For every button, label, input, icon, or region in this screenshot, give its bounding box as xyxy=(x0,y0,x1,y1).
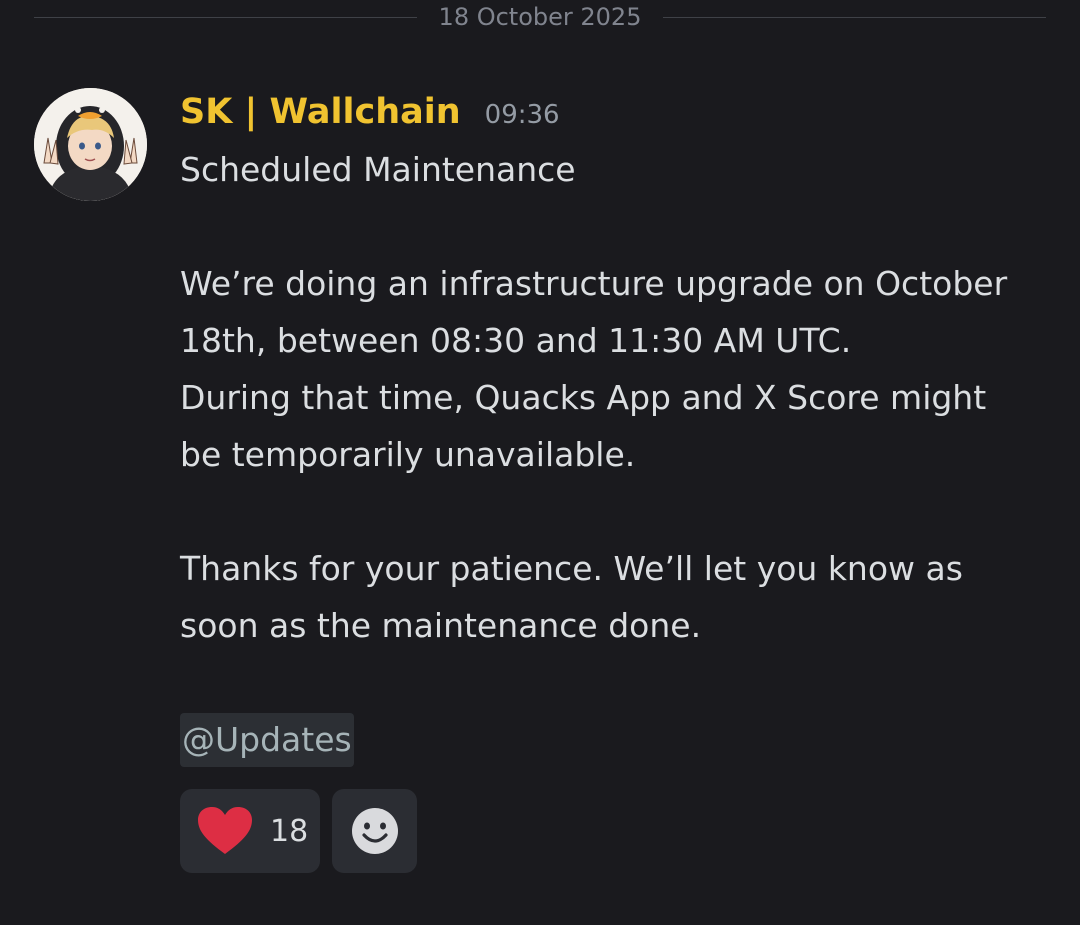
role-mention[interactable]: @Updates xyxy=(180,713,354,767)
message-line: We’re doing an infrastructure upgrade on… xyxy=(180,264,1008,303)
author-name[interactable]: SK | Wallchain xyxy=(180,92,461,132)
message-blank-line xyxy=(180,483,1060,540)
message-line: Thanks for your patience. We’ll let you … xyxy=(180,549,963,588)
add-reaction-button[interactable] xyxy=(332,789,417,873)
message-blank-line xyxy=(180,198,1060,255)
message-header: SK | Wallchain 09:36 xyxy=(180,92,560,132)
message-line: be temporarily unavailable. xyxy=(180,435,636,474)
chat-view: 18 October 2025 SK | Wallchain 09:36 Sch… xyxy=(0,0,1080,925)
message-line: 18th, between 08:30 and 11:30 AM UTC. xyxy=(180,321,852,360)
message-line: soon as the maintenance done. xyxy=(180,606,702,645)
divider-line-right xyxy=(663,16,1047,18)
message-blank-line xyxy=(180,654,1060,711)
message-line: During that time, Quacks App and X Score… xyxy=(180,378,987,417)
message-line: Scheduled Maintenance xyxy=(180,150,576,189)
reaction-heart[interactable]: 18 xyxy=(180,789,320,873)
avatar[interactable] xyxy=(34,88,147,201)
divider-line-left xyxy=(34,16,417,18)
date-divider: 18 October 2025 xyxy=(34,0,1047,34)
smiley-icon xyxy=(351,808,398,854)
date-divider-label: 18 October 2025 xyxy=(438,3,642,31)
heart-icon xyxy=(198,807,252,854)
avatar-image xyxy=(34,88,147,201)
message-timestamp: 09:36 xyxy=(484,100,560,130)
message-body: Scheduled Maintenance We’re doing an inf… xyxy=(180,141,1060,768)
reactions-bar: 18 xyxy=(180,789,417,873)
reaction-count: 18 xyxy=(270,813,309,849)
